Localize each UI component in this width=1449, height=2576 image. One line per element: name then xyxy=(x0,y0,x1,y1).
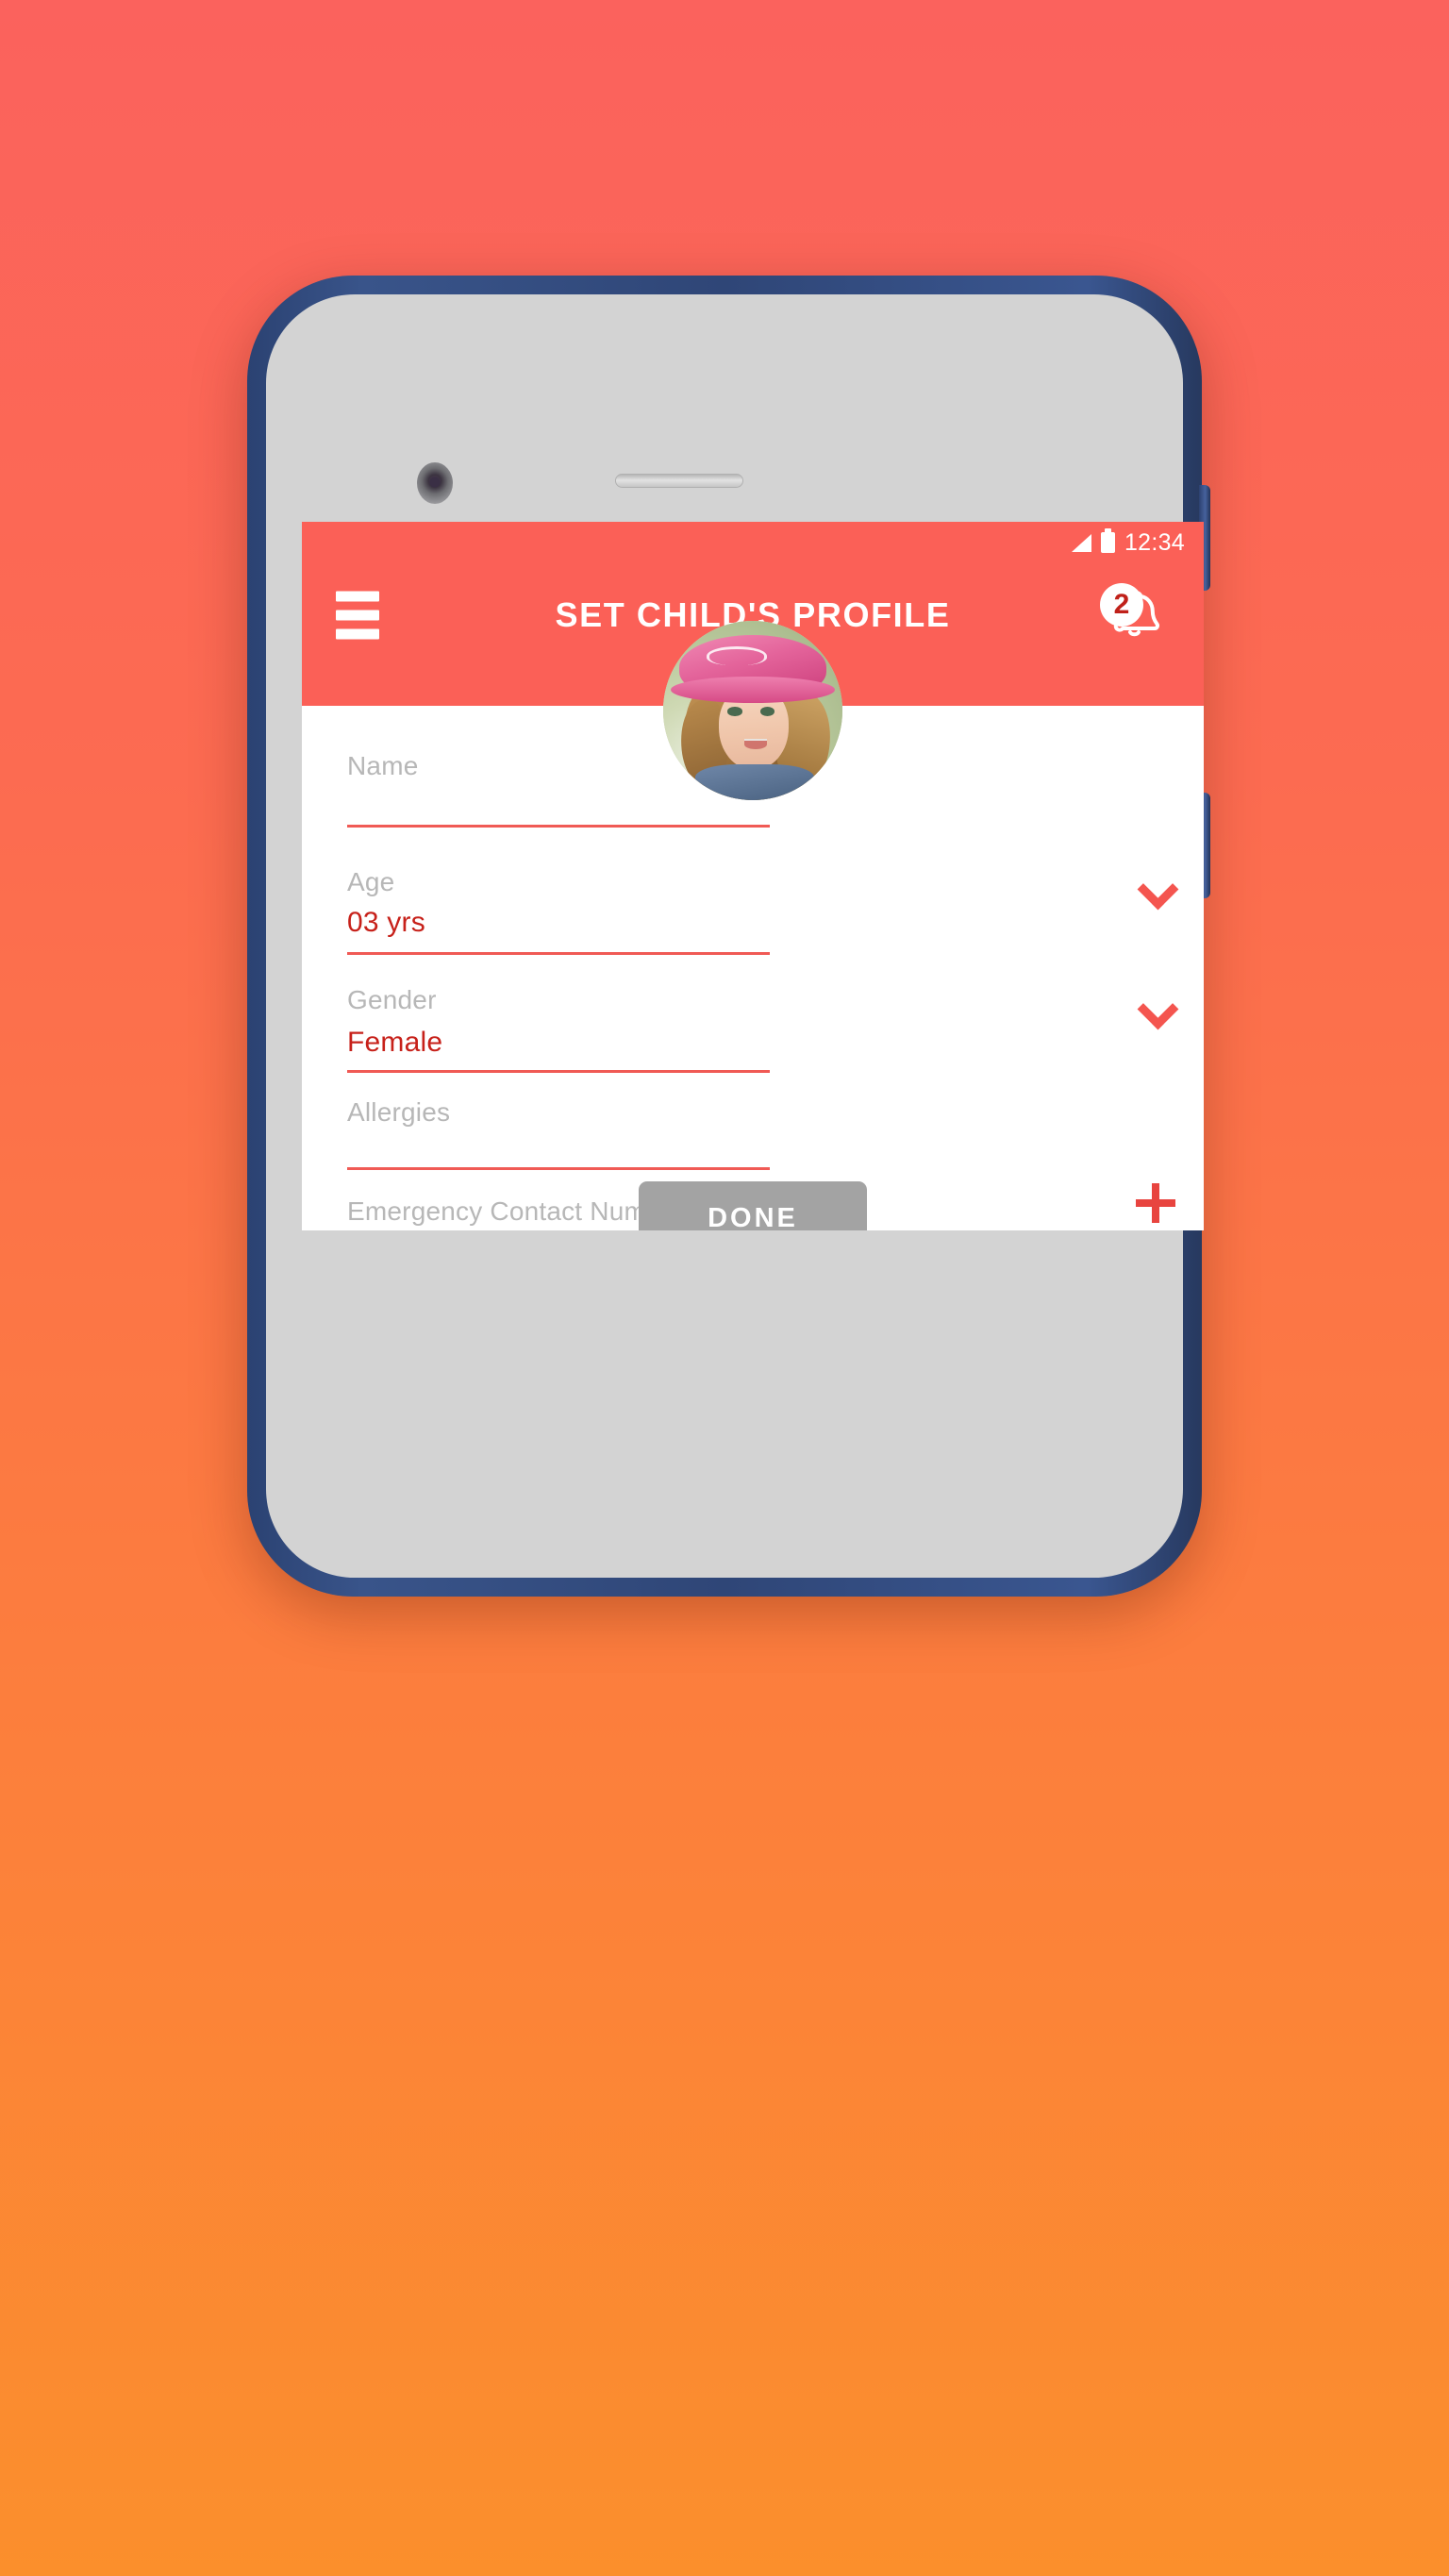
field-age-value: 03 yrs xyxy=(347,907,425,938)
field-allergies[interactable]: Allergies xyxy=(325,1097,1181,1170)
field-gender-label: Gender xyxy=(347,985,437,1014)
notification-badge: 2 xyxy=(1100,583,1143,627)
mockup-canvas: 12:34 SET CHILD'S PROFILE 2 Name Age 03 … xyxy=(0,0,1449,2576)
field-gender-value: Female xyxy=(347,1027,443,1058)
phone-device-frame: 12:34 SET CHILD'S PROFILE 2 Name Age 03 … xyxy=(247,276,1210,1597)
field-age-label: Age xyxy=(347,867,395,896)
signal-bars-icon xyxy=(1071,533,1091,552)
menu-bar-3 xyxy=(336,628,379,640)
status-bar-time: 12:34 xyxy=(1124,528,1185,556)
hamburger-menu-icon[interactable] xyxy=(336,591,379,640)
status-bar: 12:34 xyxy=(1071,522,1185,563)
phone-screen: 12:34 SET CHILD'S PROFILE 2 Name Age 03 … xyxy=(302,522,1204,1230)
app-header: 12:34 SET CHILD'S PROFILE 2 xyxy=(302,522,1204,800)
field-allergies-label: Allergies xyxy=(347,1097,451,1127)
plus-icon[interactable] xyxy=(1136,1183,1175,1223)
field-allergies-underline xyxy=(347,1167,770,1170)
field-age-underline xyxy=(347,952,770,955)
avatar[interactable] xyxy=(663,621,842,800)
phone-body: 12:34 SET CHILD'S PROFILE 2 Name Age 03 … xyxy=(266,294,1204,1578)
done-button[interactable]: DONE xyxy=(639,1181,867,1230)
menu-bar-2 xyxy=(336,610,379,621)
battery-full-icon xyxy=(1100,528,1115,553)
notification-bell-icon[interactable]: 2 xyxy=(1100,581,1168,649)
chevron-down-icon[interactable] xyxy=(1141,873,1174,905)
field-gender-underline xyxy=(347,1070,770,1073)
field-name-underline xyxy=(347,825,770,828)
field-age[interactable]: Age 03 yrs xyxy=(325,867,1181,955)
chevron-down-icon[interactable] xyxy=(1141,993,1174,1025)
child-profile-photo xyxy=(663,621,842,800)
earpiece-speaker xyxy=(615,474,743,488)
field-gender[interactable]: Gender Female xyxy=(325,985,1181,1073)
front-camera-icon xyxy=(417,462,453,504)
menu-bar-1 xyxy=(336,591,379,602)
